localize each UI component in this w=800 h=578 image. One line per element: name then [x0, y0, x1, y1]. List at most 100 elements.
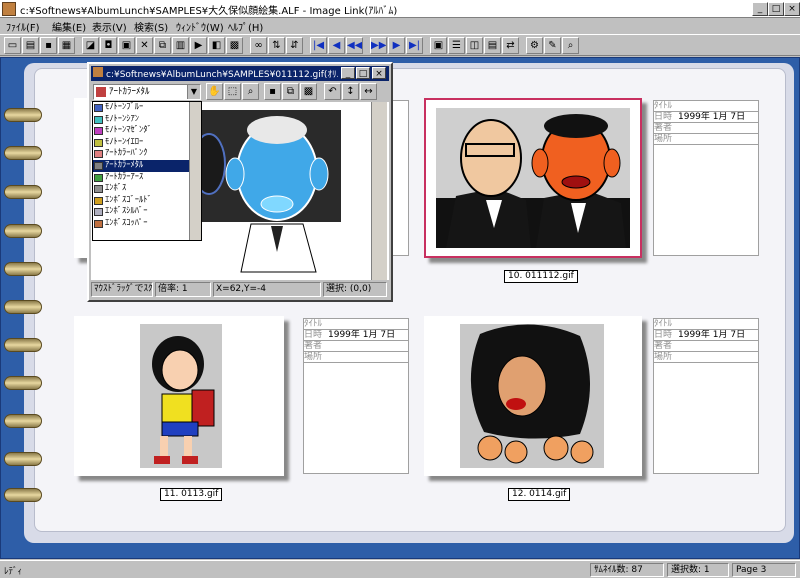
- first-page-icon[interactable]: |◀: [310, 37, 327, 54]
- date-field[interactable]: 日時 1999年 1月 7日: [304, 330, 408, 341]
- camera-icon[interactable]: ◘: [100, 37, 117, 54]
- prev-page-icon[interactable]: ◀: [328, 37, 345, 54]
- zoom-tool-icon[interactable]: ⌕: [242, 83, 259, 100]
- menu-file[interactable]: ﾌｧｲﾙ(F): [6, 19, 40, 34]
- title-label: ﾀｲﾄﾙ: [654, 319, 673, 329]
- place-label: 場所: [304, 352, 323, 362]
- title-label: ﾀｲﾄﾙ: [654, 101, 673, 111]
- maximize-button[interactable]: □: [768, 2, 784, 16]
- view-detail-icon[interactable]: ▤: [484, 37, 501, 54]
- filter-select[interactable]: ｱｰﾄｶﾗｰﾒﾀﾙ ▼: [93, 84, 201, 100]
- title-field[interactable]: ﾀｲﾄﾙ: [654, 101, 758, 112]
- filter-option[interactable]: ﾓﾉﾄｰﾝｲｴﾛｰ: [93, 137, 201, 149]
- image-properties-icon[interactable]: ▩: [300, 83, 317, 100]
- place-label: 場所: [654, 134, 673, 144]
- next-page-icon[interactable]: ▶: [388, 37, 405, 54]
- flip-horizontal-icon[interactable]: ↔: [360, 83, 377, 100]
- binder-ring: [4, 108, 42, 122]
- sort-desc-icon[interactable]: ⇵: [286, 37, 303, 54]
- status-ready: ﾚﾃﾞｨ: [4, 567, 23, 577]
- dropdown-scrollbar[interactable]: [189, 102, 201, 240]
- filter-option[interactable]: ｴﾝﾎﾞｽｼﾙﾊﾞｰ: [93, 206, 201, 218]
- image-viewer-window[interactable]: c:¥Softnews¥AlbumLunch¥SAMPLES¥011112.gi…: [87, 62, 393, 302]
- author-field[interactable]: 著者: [654, 341, 758, 352]
- zoom-icon[interactable]: ⌕: [562, 37, 579, 54]
- app-icon[interactable]: [2, 2, 16, 16]
- binoculars-icon[interactable]: ∞: [250, 37, 267, 54]
- viewer-title-bar[interactable]: c:¥Softnews¥AlbumLunch¥SAMPLES¥011112.gi…: [91, 66, 389, 81]
- filter-option[interactable]: ﾓﾉﾄｰﾝﾌﾞﾙｰ: [93, 102, 201, 114]
- caricature-image: [436, 108, 630, 248]
- filter-option[interactable]: ﾓﾉﾄｰﾝﾏｾﾞﾝﾀﾞ: [93, 125, 201, 137]
- menu-search[interactable]: 検索(S): [134, 19, 168, 34]
- paste-icon[interactable]: ▥: [172, 37, 189, 54]
- copy-icon[interactable]: ⧉: [154, 37, 171, 54]
- image-edit-icon[interactable]: ✎: [544, 37, 561, 54]
- viewer-zoom: 倍率: 1: [155, 282, 211, 297]
- place-field[interactable]: 場所: [654, 134, 758, 145]
- binder-ring: [4, 224, 42, 238]
- close-button[interactable]: ×: [784, 2, 800, 16]
- viewer-vertical-scrollbar[interactable]: [371, 102, 387, 280]
- properties-icon[interactable]: ▩: [226, 37, 243, 54]
- viewer-minimize-button[interactable]: _: [341, 67, 355, 79]
- rewind-icon[interactable]: ◀◀: [346, 37, 363, 54]
- thumbnail-card[interactable]: [424, 316, 642, 476]
- rotate-left-icon[interactable]: ↶: [324, 83, 341, 100]
- title-field[interactable]: ﾀｲﾄﾙ: [304, 319, 408, 330]
- filter-swatch-icon: [96, 87, 106, 97]
- menu-view[interactable]: 表示(V): [92, 19, 127, 34]
- author-label: 著者: [654, 341, 673, 351]
- filter-option[interactable]: ｱｰﾄｶﾗｰｱｰｽ: [93, 172, 201, 184]
- filter-option[interactable]: ﾓﾉﾄｰﾝｼｱﾝ: [93, 114, 201, 126]
- export-icon[interactable]: ◧: [208, 37, 225, 54]
- hand-tool-icon[interactable]: ✋: [206, 83, 223, 100]
- viewer-close-button[interactable]: ×: [372, 67, 386, 79]
- settings-icon[interactable]: ⚙: [526, 37, 543, 54]
- print-icon[interactable]: ▦: [58, 37, 75, 54]
- view-two-icon[interactable]: ◫: [466, 37, 483, 54]
- thumbnail-card[interactable]: [74, 316, 284, 476]
- viewer-toolbar: ｱｰﾄｶﾗｰﾒﾀﾙ ▼ ✋ ⬚ ⌕ ▪ ⧉ ▩ ↶ ↕ ↔: [91, 82, 389, 102]
- filter-option[interactable]: ｴﾝﾎﾞｽｺﾞｰﾙﾄﾞ: [93, 195, 201, 207]
- filter-option-selected[interactable]: ｱｰﾄｶﾗｰﾒﾀﾙ: [93, 159, 201, 172]
- save-image-icon[interactable]: ▪: [264, 83, 281, 100]
- film-icon[interactable]: ▣: [118, 37, 135, 54]
- title-field[interactable]: ﾀｲﾄﾙ: [654, 319, 758, 330]
- date-field[interactable]: 日時 1999年 1月 7日: [654, 112, 758, 123]
- fast-forward-icon[interactable]: ▶▶: [370, 37, 387, 54]
- save-icon[interactable]: ▪: [40, 37, 57, 54]
- select-tool-icon[interactable]: ⬚: [224, 83, 241, 100]
- thumbnail-card-selected[interactable]: [424, 98, 642, 258]
- viewer-maximize-button[interactable]: □: [356, 67, 370, 79]
- sort-icon[interactable]: ⇅: [268, 37, 285, 54]
- new-icon[interactable]: ▭: [4, 37, 21, 54]
- filter-option[interactable]: ｴﾝﾎﾞｽｺｯﾊﾟｰ: [93, 218, 201, 230]
- view-list-icon[interactable]: ☰: [448, 37, 465, 54]
- last-page-icon[interactable]: ▶|: [406, 37, 423, 54]
- filter-option[interactable]: ｱｰﾄｶﾗｰﾊﾟﾝｸ: [93, 148, 201, 160]
- viewer-app-icon[interactable]: [93, 67, 103, 77]
- open-icon[interactable]: ▤: [22, 37, 39, 54]
- flip-vertical-icon[interactable]: ↕: [342, 83, 359, 100]
- delete-icon[interactable]: ✕: [136, 37, 153, 54]
- author-field[interactable]: 著者: [304, 341, 408, 352]
- menu-help[interactable]: ﾍﾙﾌﾟ(H): [228, 19, 263, 34]
- filter-option[interactable]: ｴﾝﾎﾞｽ: [93, 183, 201, 195]
- author-field[interactable]: 著者: [654, 123, 758, 134]
- menu-window[interactable]: ｳｨﾝﾄﾞｳ(W): [176, 19, 224, 34]
- place-field[interactable]: 場所: [304, 352, 408, 363]
- slideshow-icon[interactable]: ▶: [190, 37, 207, 54]
- link-icon[interactable]: ⇄: [502, 37, 519, 54]
- menu-edit[interactable]: 編集(E): [52, 19, 86, 34]
- filter-dropdown-list[interactable]: ﾓﾉﾄｰﾝﾌﾞﾙｰ ﾓﾉﾄｰﾝｼｱﾝ ﾓﾉﾄｰﾝﾏｾﾞﾝﾀﾞ ﾓﾉﾄｰﾝｲｴﾛｰ…: [92, 101, 202, 241]
- copy-image-icon[interactable]: ⧉: [282, 83, 299, 100]
- thumbnail-caption: 11. 0113.gif: [160, 488, 223, 501]
- view-large-icon[interactable]: ▣: [430, 37, 447, 54]
- minimize-button[interactable]: _: [752, 2, 768, 16]
- place-field[interactable]: 場所: [654, 352, 758, 363]
- scanner-icon[interactable]: ◪: [82, 37, 99, 54]
- date-field[interactable]: 日時 1999年 1月 7日: [654, 330, 758, 341]
- window-title: c:¥Softnews¥AlbumLunch¥SAMPLES¥大久保似顔絵集.A…: [20, 6, 398, 17]
- chevron-down-icon[interactable]: ▼: [187, 85, 200, 99]
